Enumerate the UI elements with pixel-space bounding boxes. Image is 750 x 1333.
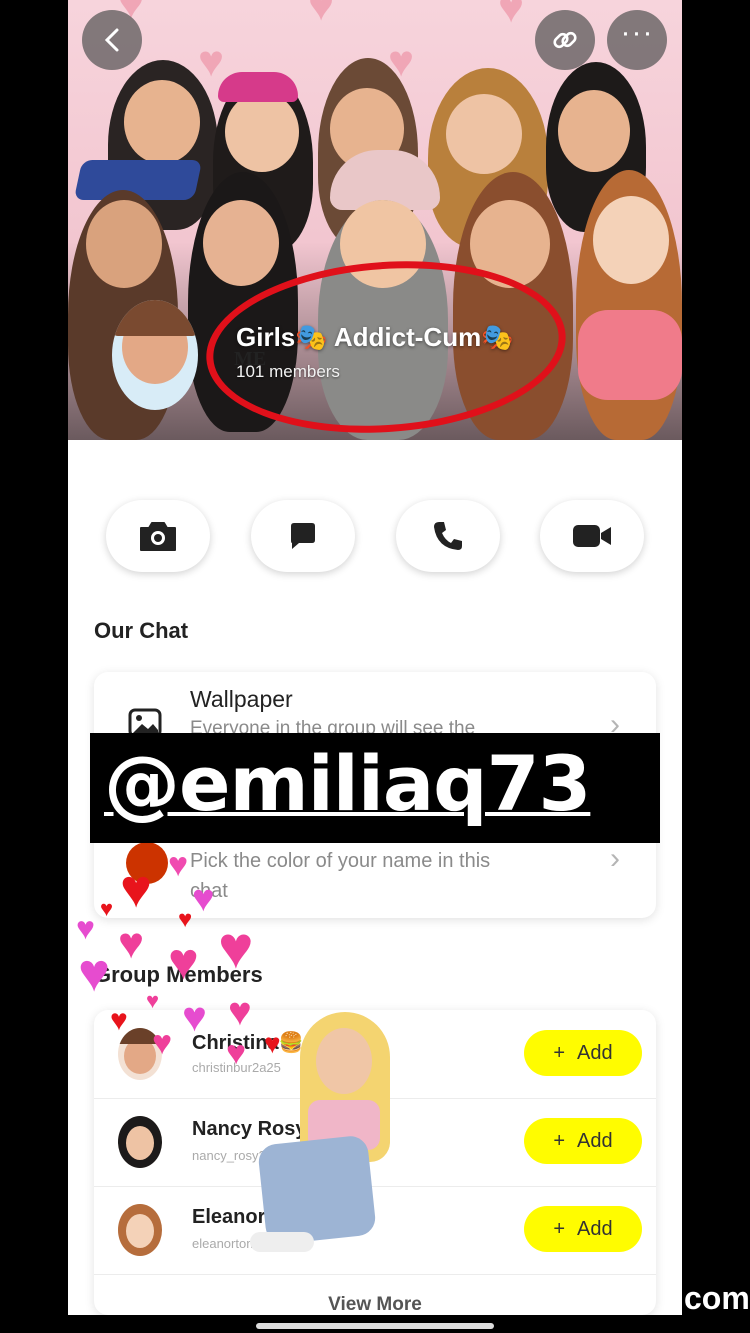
- heart-icon: ♥: [178, 906, 193, 933]
- heart-icon: ♥: [218, 914, 254, 981]
- member-row[interactable]: Eleanor Tomlinson eleanortomlin + Add: [94, 1186, 656, 1275]
- wallpaper-title: Wallpaper: [190, 686, 293, 712]
- heart-icon: ♥: [118, 919, 145, 968]
- heart-icon: ♥: [226, 1034, 247, 1072]
- heart-icon: ♥: [228, 990, 252, 1034]
- heart-icon: ♥: [78, 943, 111, 1003]
- heart-icon: ♥: [120, 859, 153, 919]
- plus-icon: +: [553, 1217, 566, 1240]
- background-heart: ♥: [198, 37, 225, 86]
- group-header: ♥ ♥ ♥ ♥ ♥ ME ··· Girls🎭 Addict-Cum🎭 101 …: [68, 0, 682, 440]
- add-label: Add: [577, 1041, 613, 1064]
- chat-button[interactable]: [251, 500, 355, 572]
- add-friend-button[interactable]: + Add: [524, 1030, 642, 1076]
- group-name: Girls🎭 Addict-Cum🎭: [236, 322, 514, 352]
- action-buttons: [106, 500, 646, 572]
- view-more-button[interactable]: View More: [68, 1294, 682, 1315]
- link-icon: [553, 31, 577, 49]
- our-chat-title: Our Chat: [94, 618, 189, 643]
- back-button[interactable]: [82, 10, 142, 70]
- watermark-text: com: [684, 1280, 750, 1316]
- video-call-button[interactable]: [540, 500, 644, 572]
- member-count: 101 members: [236, 362, 340, 381]
- heart-icon: ♥: [76, 910, 95, 946]
- avatar: [118, 1116, 162, 1168]
- heart-icon: ♥: [152, 1024, 173, 1062]
- heart-icon: ♥: [168, 846, 189, 884]
- more-icon: ···: [620, 16, 654, 49]
- chat-icon: [291, 523, 315, 549]
- share-link-button[interactable]: [535, 10, 595, 70]
- heart-icon: ♥: [110, 1004, 128, 1037]
- camera-button[interactable]: [106, 500, 210, 572]
- chevron-left-icon: [104, 28, 119, 52]
- add-label: Add: [577, 1217, 613, 1240]
- heart-icon: ♥: [264, 1028, 281, 1059]
- plus-icon: +: [553, 1129, 566, 1152]
- avatar: [118, 1204, 162, 1256]
- heart-icon: ♥: [100, 896, 114, 921]
- more-options-button[interactable]: ···: [607, 10, 667, 70]
- phone-icon: [434, 522, 462, 550]
- heart-icon: ♥: [146, 988, 160, 1013]
- member-name: Nancy Rosy: [192, 1118, 307, 1140]
- username-sticker-text: @emiliaq73: [104, 739, 591, 828]
- camera-icon: [140, 522, 176, 551]
- chevron-right-icon: ›: [610, 842, 620, 875]
- group-avatar-circle: [112, 300, 198, 410]
- add-friend-button[interactable]: + Add: [524, 1118, 642, 1164]
- heart-icon: ♥: [192, 878, 215, 920]
- call-button[interactable]: [396, 500, 500, 572]
- background-heart: ♥: [308, 0, 335, 30]
- heart-icon: ♥: [182, 993, 207, 1040]
- heart-icon: ♥: [168, 933, 199, 991]
- video-icon: [573, 525, 611, 547]
- add-label: Add: [577, 1129, 613, 1152]
- home-indicator: [256, 1323, 494, 1329]
- background-heart: ♥: [498, 0, 525, 32]
- username-sticker: @emiliaq73: [90, 733, 660, 843]
- add-friend-button[interactable]: + Add: [524, 1206, 642, 1252]
- name-color-subtitle: Pick the color of your name in this: [190, 850, 491, 872]
- plus-icon: +: [553, 1041, 566, 1064]
